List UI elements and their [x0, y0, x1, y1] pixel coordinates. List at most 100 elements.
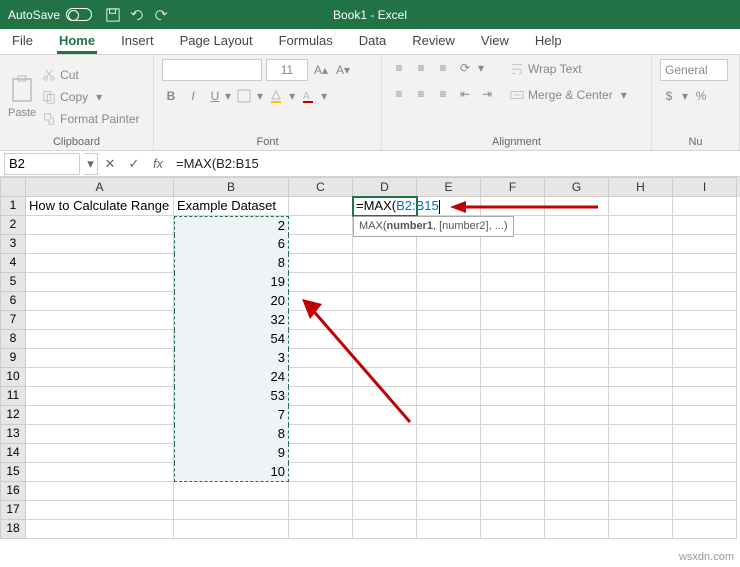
cell-I12[interactable] — [673, 406, 737, 425]
cell-G12[interactable] — [545, 406, 609, 425]
cell-I10[interactable] — [673, 368, 737, 387]
cancel-formula-icon[interactable]: ✕ — [98, 156, 122, 172]
fx-icon[interactable]: fx — [146, 156, 170, 171]
cell-I15[interactable] — [673, 463, 737, 482]
cell-A6[interactable] — [26, 292, 174, 311]
cell-I8[interactable] — [673, 330, 737, 349]
col-header[interactable]: E — [417, 177, 481, 197]
cell-E12[interactable] — [417, 406, 481, 425]
cell-F15[interactable] — [481, 463, 545, 482]
row-header[interactable]: 3 — [0, 235, 26, 254]
cell-D18[interactable] — [353, 520, 417, 539]
cell-B1[interactable]: Example Dataset — [174, 197, 289, 216]
cell-B11[interactable]: 53 — [174, 387, 289, 406]
row-header[interactable]: 14 — [0, 444, 26, 463]
percent-icon[interactable]: % — [692, 87, 710, 105]
cell-I18[interactable] — [673, 520, 737, 539]
cell-H8[interactable] — [609, 330, 673, 349]
tab-view[interactable]: View — [479, 29, 511, 54]
orientation-icon[interactable]: ⟳ — [456, 59, 474, 77]
namebox-dropdown[interactable]: ▾ — [84, 153, 98, 175]
cell-H7[interactable] — [609, 311, 673, 330]
cell-D1[interactable]: =MAX(B2:B15MAX(number1, [number2], ...) — [353, 197, 417, 216]
cell-B16[interactable] — [174, 482, 289, 501]
cell-E5[interactable] — [417, 273, 481, 292]
col-header[interactable]: D — [353, 177, 417, 197]
cell-B6[interactable]: 20 — [174, 292, 289, 311]
cell-H6[interactable] — [609, 292, 673, 311]
cell-H12[interactable] — [609, 406, 673, 425]
row-header[interactable]: 13 — [0, 425, 26, 444]
cell-H3[interactable] — [609, 235, 673, 254]
cell-F3[interactable] — [481, 235, 545, 254]
cell-I2[interactable] — [673, 216, 737, 235]
decrease-font-icon[interactable]: A▾ — [334, 61, 352, 79]
row-header[interactable]: 2 — [0, 216, 26, 235]
font-size-select[interactable]: 11 — [266, 59, 308, 81]
cell-C3[interactable] — [289, 235, 353, 254]
cell-I14[interactable] — [673, 444, 737, 463]
cell-G13[interactable] — [545, 425, 609, 444]
cell-H4[interactable] — [609, 254, 673, 273]
cell-G16[interactable] — [545, 482, 609, 501]
cell-I3[interactable] — [673, 235, 737, 254]
col-header[interactable]: B — [174, 177, 289, 197]
cell-H9[interactable] — [609, 349, 673, 368]
number-format-select[interactable]: General — [660, 59, 728, 81]
cell-F13[interactable] — [481, 425, 545, 444]
cell-I7[interactable] — [673, 311, 737, 330]
font-family-select[interactable] — [162, 59, 262, 81]
cell-E13[interactable] — [417, 425, 481, 444]
cell-C15[interactable] — [289, 463, 353, 482]
cell-C4[interactable] — [289, 254, 353, 273]
increase-font-icon[interactable]: A▴ — [312, 61, 330, 79]
cell-E10[interactable] — [417, 368, 481, 387]
row-header[interactable]: 6 — [0, 292, 26, 311]
cell-F8[interactable] — [481, 330, 545, 349]
cell-C2[interactable] — [289, 216, 353, 235]
cell-H1[interactable] — [609, 197, 673, 216]
cell-B4[interactable]: 8 — [174, 254, 289, 273]
cell-B17[interactable] — [174, 501, 289, 520]
cell-H11[interactable] — [609, 387, 673, 406]
row-header[interactable]: 18 — [0, 520, 26, 539]
worksheet-grid[interactable]: A B C D E F G H I 1How to Calculate Rang… — [0, 177, 740, 539]
row-header[interactable]: 5 — [0, 273, 26, 292]
cell-D14[interactable] — [353, 444, 417, 463]
cell-A10[interactable] — [26, 368, 174, 387]
cell-C14[interactable] — [289, 444, 353, 463]
cell-G7[interactable] — [545, 311, 609, 330]
cell-E3[interactable] — [417, 235, 481, 254]
row-header[interactable]: 7 — [0, 311, 26, 330]
bold-button[interactable]: B — [162, 87, 180, 105]
format-painter-button[interactable]: Format Painter — [42, 109, 139, 129]
cell-G2[interactable] — [545, 216, 609, 235]
underline-button[interactable]: U — [206, 87, 224, 105]
name-box[interactable]: B2 — [4, 153, 80, 175]
cell-B15[interactable]: 10 — [174, 463, 289, 482]
cell-D13[interactable] — [353, 425, 417, 444]
cell-G4[interactable] — [545, 254, 609, 273]
italic-button[interactable]: I — [184, 87, 202, 105]
cell-C1[interactable] — [289, 197, 353, 216]
cell-D5[interactable] — [353, 273, 417, 292]
cell-I6[interactable] — [673, 292, 737, 311]
cell-F12[interactable] — [481, 406, 545, 425]
cell-A16[interactable] — [26, 482, 174, 501]
cell-D4[interactable] — [353, 254, 417, 273]
cell-G17[interactable] — [545, 501, 609, 520]
cell-E16[interactable] — [417, 482, 481, 501]
cell-I4[interactable] — [673, 254, 737, 273]
tab-page-layout[interactable]: Page Layout — [178, 29, 255, 54]
select-all-corner[interactable] — [0, 177, 26, 197]
cell-A5[interactable] — [26, 273, 174, 292]
borders-icon[interactable] — [235, 87, 253, 105]
cell-A8[interactable] — [26, 330, 174, 349]
cell-A11[interactable] — [26, 387, 174, 406]
cell-D17[interactable] — [353, 501, 417, 520]
col-header[interactable]: C — [289, 177, 353, 197]
font-color-icon[interactable]: A — [299, 87, 317, 105]
cell-A13[interactable] — [26, 425, 174, 444]
cell-H13[interactable] — [609, 425, 673, 444]
wrap-text-button[interactable]: Wrap Text — [510, 59, 627, 79]
